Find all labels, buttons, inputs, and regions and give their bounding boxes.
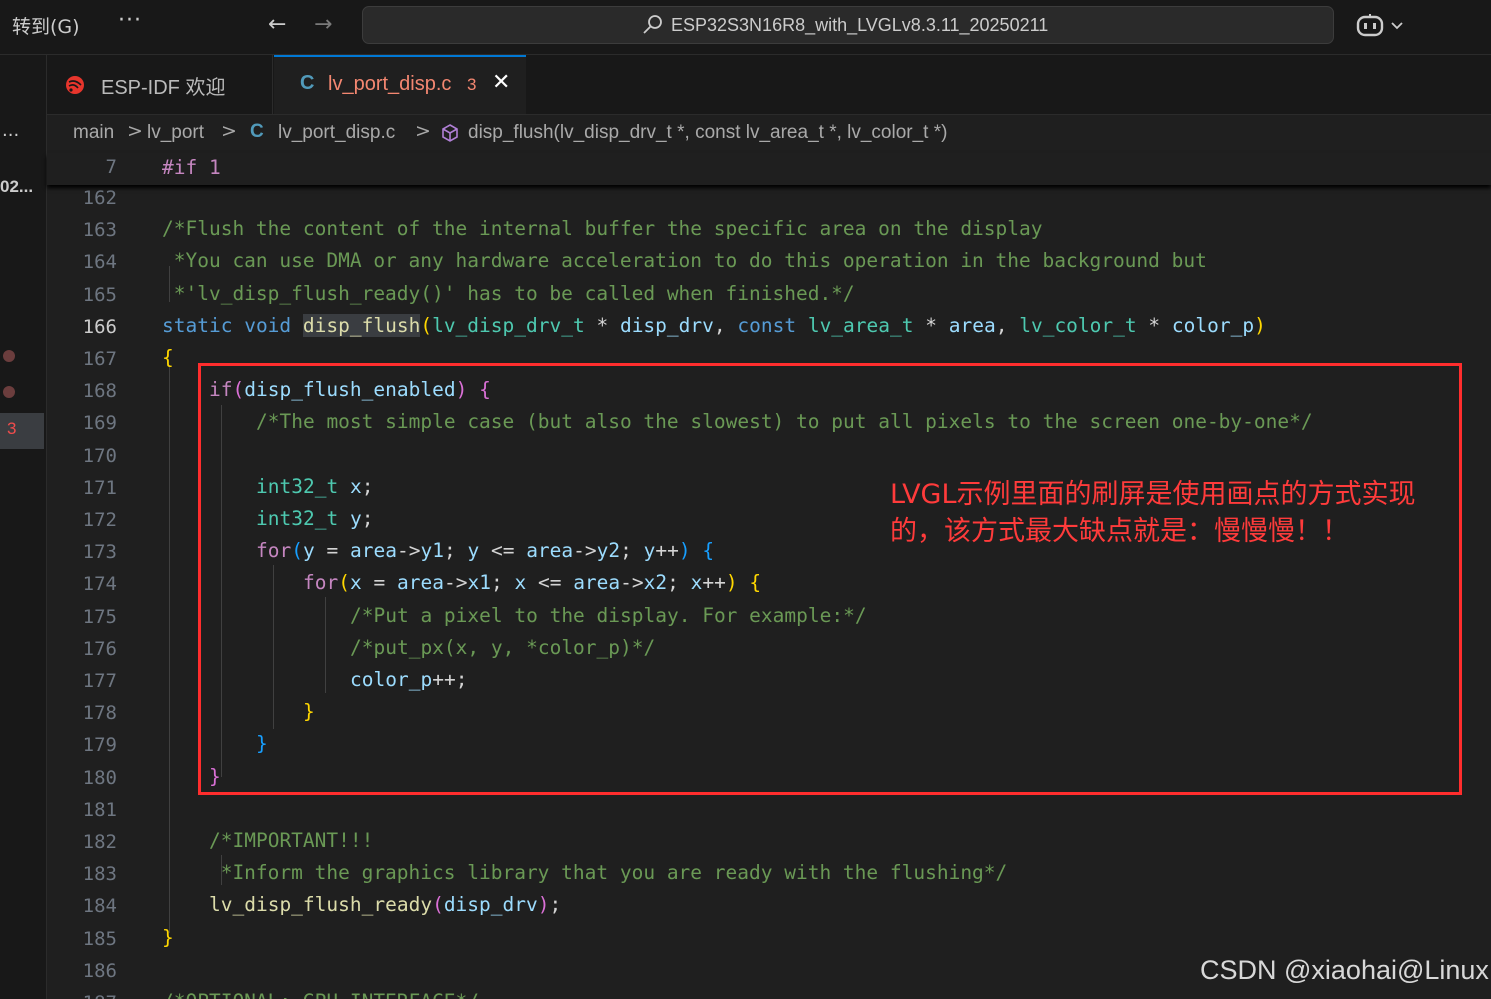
code-line: /*IMPORTANT!!! — [209, 829, 374, 852]
annotation-note: LVGL示例里面的刷屏是使用画点的方式实现的，该方式最大缺点就是：慢慢慢！！ — [890, 479, 1416, 547]
breadcrumb-item-main[interactable]: main — [73, 122, 114, 144]
tab-esp-idf-welcome[interactable]: ESP-IDF 欢迎 — [47, 55, 273, 114]
sticky-code-text: #if 1 — [162, 156, 221, 179]
line-number: 169 — [82, 412, 117, 435]
line-number: 180 — [82, 766, 117, 789]
sticky-scroll-line[interactable]: 7 #if 1 — [47, 153, 1491, 185]
directive-token: #if 1 — [162, 156, 221, 179]
more-views-icon[interactable]: ··· — [2, 125, 19, 146]
search-icon — [643, 15, 662, 34]
line-number: 166 — [82, 315, 117, 338]
breadcrumb-item-file[interactable]: lv_port_disp.c — [278, 122, 395, 144]
code-line: /*Flush the content of the internal buff… — [162, 217, 1043, 241]
command-center-search[interactable]: ESP32S3N16R8_with_LVGLv8.3.11_20250211 — [362, 6, 1334, 44]
line-number: 171 — [82, 476, 117, 499]
breadcrumb: main > lv_port > C lv_port_disp.c > disp… — [47, 115, 1491, 153]
line-number: 183 — [82, 863, 117, 886]
line-number: 168 — [82, 380, 117, 403]
annotation-highlight-box — [198, 363, 1462, 795]
symbol-method-icon — [442, 124, 458, 142]
line-number: 165 — [82, 283, 117, 306]
breakpoint-icon[interactable] — [3, 386, 15, 398]
line-number: 185 — [82, 927, 117, 950]
code-line: *You can use DMA or any hardware acceler… — [162, 249, 1207, 273]
line-number: 178 — [82, 702, 117, 725]
back-arrow-icon[interactable]: ← — [268, 12, 286, 37]
line-number: 173 — [82, 541, 117, 564]
chevron-right-icon: > — [221, 120, 237, 142]
line-number: 175 — [82, 605, 117, 628]
line-number: 184 — [82, 895, 117, 918]
tab-label: lv_port_disp.c — [328, 73, 452, 95]
line-number: 176 — [82, 637, 117, 660]
chevron-right-icon: > — [127, 120, 143, 142]
code-line: *Inform the graphics library that you ar… — [162, 861, 1008, 885]
line-number: 186 — [82, 959, 117, 982]
close-icon[interactable]: ✕ — [492, 70, 510, 95]
c-file-icon: C — [300, 72, 315, 94]
copilot-icon[interactable] — [1356, 12, 1406, 40]
line-number: 174 — [82, 573, 117, 596]
goto-menu[interactable]: 转到(G) — [12, 12, 80, 39]
code-line: } — [162, 925, 174, 949]
line-number: 172 — [82, 509, 117, 531]
tab-lv-port-disp-c[interactable]: C lv_port_disp.c 3 ✕ — [274, 55, 526, 114]
line-number: 7 — [105, 156, 117, 178]
watermark: CSDN @xiaohai@Linux — [1200, 955, 1489, 985]
line-number: 187 — [47, 992, 117, 999]
line-number: 162 — [82, 187, 117, 209]
problem-count-badge: 3 — [467, 75, 477, 94]
line-number: 167 — [82, 348, 117, 370]
tab-label: ESP-IDF 欢迎 — [101, 77, 226, 99]
line-number: 181 — [82, 798, 117, 821]
line-number: 170 — [82, 444, 117, 467]
more-menu-button[interactable]: ··· — [118, 8, 142, 33]
truncated-explorer-label: 02... — [0, 177, 34, 196]
search-text: ESP32S3N16R8_with_LVGLv8.3.11_20250211 — [671, 15, 1049, 35]
code-line: *'lv_disp_flush_ready()' has to be calle… — [162, 281, 855, 305]
breakpoint-icon[interactable] — [3, 350, 15, 362]
code-line: /*OPTIONAL: GPU INTERFACE*/ — [162, 990, 479, 999]
problem-count: 3 — [7, 419, 17, 438]
editor-tabs: ESP-IDF 欢迎 C lv_port_disp.c 3 ✕ — [47, 55, 1491, 115]
chevron-right-icon: > — [415, 120, 431, 142]
forward-arrow-icon[interactable]: → — [314, 12, 332, 37]
code-line: { — [162, 346, 174, 369]
code-line: static void disp_flush(lv_disp_drv_t * d… — [162, 313, 1266, 337]
side-bar-strip: ··· 02... — [0, 55, 47, 999]
esp-idf-icon — [66, 76, 84, 94]
title-bar: 转到(G) ··· ← → ESP32S3N16R8_with_LVGLv8.3… — [0, 0, 1491, 55]
breadcrumb-item-lv-port[interactable]: lv_port — [147, 122, 204, 144]
line-number: 182 — [82, 831, 117, 853]
line-number: 164 — [82, 251, 117, 274]
breadcrumb-item-function[interactable]: disp_flush(lv_disp_drv_t *, const lv_are… — [468, 122, 947, 144]
line-number: 163 — [82, 219, 117, 242]
code-line: lv_disp_flush_ready(disp_drv); — [209, 893, 562, 917]
line-number: 179 — [82, 734, 117, 757]
problem-marker[interactable]: 3 — [0, 413, 44, 449]
c-file-icon: C — [250, 121, 264, 142]
line-number: 177 — [82, 670, 117, 692]
